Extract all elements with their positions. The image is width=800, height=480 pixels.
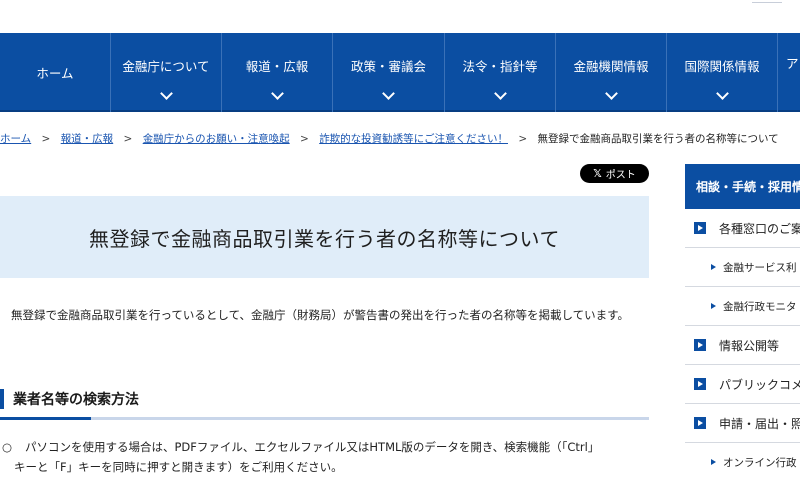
sidebar: 相談・手続・採用情 各種窓口のご案 金融サービス利 金融行政モニタ 情報公開等 … <box>685 164 800 480</box>
breadcrumb-press-link[interactable]: 報道・広報 <box>61 133 114 145</box>
sidebar-item-label: 申請・届出・照 <box>719 416 800 431</box>
sidebar-heading: 相談・手続・採用情 <box>685 164 800 209</box>
sidebar-item-label: 各種窓口のご案 <box>719 221 800 236</box>
x-post-button[interactable]: 𝕏 ポスト <box>580 164 649 183</box>
nav-policy[interactable]: 政策・審議会 <box>333 33 445 112</box>
x-logo-icon: 𝕏 <box>593 167 602 180</box>
sidebar-item-label: 情報公開等 <box>719 338 780 353</box>
section-heading-text: 業者名等の検索方法 <box>13 392 139 408</box>
chevron-down-icon <box>159 86 173 100</box>
section-heading-rule <box>0 417 649 420</box>
global-nav: ホーム 金融庁について 報道・広報 政策・審議会 法令・指針等 金融機関情報 国… <box>0 33 800 112</box>
search-method-item: ○ パソコンを使用する場合は、PDFファイル、エクセルファイル又はHTML版のデ… <box>0 437 649 477</box>
triangle-right-icon <box>711 459 716 465</box>
nav-more[interactable]: ア <box>778 33 800 112</box>
arrow-square-icon <box>694 378 706 390</box>
sidebar-item-label: オンライン行政 <box>723 456 797 469</box>
breadcrumb-separator: > <box>300 133 309 145</box>
nav-laws-label: 法令・指針等 <box>462 58 538 74</box>
section-heading: 業者名等の検索方法 <box>0 386 649 420</box>
nav-international[interactable]: 国際関係情報 <box>667 33 778 112</box>
sidebar-item-applications[interactable]: 申請・届出・照 <box>685 404 800 443</box>
sidebar-item-public-comment[interactable]: パブリックコメ <box>685 365 800 404</box>
breadcrumb-separator: > <box>518 133 528 145</box>
arrow-square-icon <box>694 222 706 234</box>
breadcrumb-separator: > <box>123 133 133 145</box>
nav-about-fsa[interactable]: 金融庁について <box>111 33 222 112</box>
breadcrumb-notice-link[interactable]: 金融庁からのお願い・注意喚起 <box>143 133 290 145</box>
nav-laws[interactable]: 法令・指針等 <box>445 33 556 112</box>
sidebar-item-label: パブリックコメ <box>719 377 800 392</box>
nav-more-label: ア <box>786 56 799 71</box>
header-corner-line <box>752 0 782 3</box>
chevron-down-icon <box>604 86 618 100</box>
nav-about-fsa-label: 金融庁について <box>122 58 210 74</box>
chevron-down-icon <box>382 86 395 100</box>
breadcrumb: ホーム > 報道・広報 > 金融庁からのお願い・注意喚起 > 詐欺的な投資勧誘等… <box>0 131 800 147</box>
nav-home[interactable]: ホーム <box>0 33 111 112</box>
search-method-line2: キーと「F」キーを同時に押すと開きます）をご利用ください。 <box>14 460 343 474</box>
breadcrumb-separator: > <box>41 133 51 145</box>
chevron-down-icon <box>493 86 507 100</box>
nav-press[interactable]: 報道・広報 <box>222 33 333 112</box>
breadcrumb-current: 無登録で金融商品取引業を行う者の名称等について <box>537 133 779 145</box>
triangle-right-icon <box>711 303 716 309</box>
breadcrumb-fraud-link[interactable]: 詐欺的な投資勧誘等にご注意ください！ <box>319 133 508 145</box>
chevron-down-icon <box>715 86 729 100</box>
nav-press-label: 報道・広報 <box>245 58 309 74</box>
page-title-box: 無登録で金融商品取引業を行う者の名称等について <box>0 196 649 278</box>
sidebar-item-disclosure[interactable]: 情報公開等 <box>685 326 800 365</box>
arrow-square-icon <box>694 339 706 351</box>
sidebar-subitem-monitor[interactable]: 金融行政モニタ <box>685 287 800 326</box>
arrow-square-icon <box>694 417 706 429</box>
lead-text: 無登録で金融商品取引業を行っているとして、金融庁（財務局）が警告書の発出を行った… <box>11 308 630 322</box>
sidebar-item-label: 金融サービス利 <box>723 261 797 274</box>
nav-home-label: ホーム <box>36 66 74 81</box>
section-heading-bar <box>0 389 4 409</box>
nav-policy-label: 政策・審議会 <box>350 58 426 74</box>
header-strip <box>0 0 800 33</box>
nav-institutions[interactable]: 金融機関情報 <box>556 33 667 112</box>
page-title: 無登録で金融商品取引業を行う者の名称等について <box>89 226 560 251</box>
breadcrumb-home-link[interactable]: ホーム <box>0 133 31 145</box>
circle-bullet-icon: ○ <box>2 440 13 454</box>
x-post-label: ポスト <box>605 170 636 181</box>
chevron-down-icon <box>270 86 284 100</box>
nav-institutions-label: 金融機関情報 <box>573 58 649 74</box>
sidebar-subitem-financial-services[interactable]: 金融サービス利 <box>685 248 800 287</box>
search-method-line1: パソコンを使用する場合は、PDFファイル、エクセルファイル又はHTML版のデータ… <box>25 440 600 454</box>
lead-paragraph: 無登録で金融商品取引業を行っているとして、金融庁（財務局）が警告書の発出を行った… <box>0 305 649 325</box>
nav-international-label: 国際関係情報 <box>684 58 760 74</box>
sidebar-subitem-online[interactable]: オンライン行政 <box>685 443 800 480</box>
sidebar-item-contact-windows[interactable]: 各種窓口のご案 <box>685 209 800 248</box>
sidebar-item-label: 金融行政モニタ <box>723 300 797 313</box>
triangle-right-icon <box>711 264 716 270</box>
